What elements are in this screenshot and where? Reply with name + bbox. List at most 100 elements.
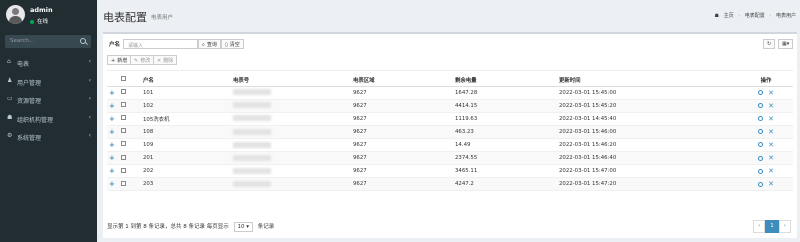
col-area[interactable]: 电表区域	[351, 74, 453, 87]
edit-icon[interactable]	[758, 116, 764, 122]
cell-power: 3465.11	[453, 164, 557, 179]
expand-row-icon[interactable]: +	[109, 154, 115, 162]
sidebar-menu: ⌂ 电表 ‹ ♟ 用户管理 ‹ ▭ 资源管理 ‹ ☗ 组织机构管理 ‹ ⚙ 系统管理 ‹	[0, 53, 97, 146]
cell-power: 4247.2	[453, 177, 557, 192]
sidebar-item-resources[interactable]: ▭ 资源管理 ‹	[0, 90, 97, 109]
refresh-button[interactable]: ↻	[763, 39, 776, 49]
table-row[interactable]: +108 9627 463.23 2022-03-01 15:46:00 ✕	[107, 125, 793, 139]
cell-time: 2022-03-01 15:47:20	[557, 177, 737, 192]
table-row[interactable]: +203 9627 4247.2 2022-03-01 15:47:20 ✕	[107, 177, 793, 192]
search-icon: ⌕	[202, 42, 205, 48]
cell-time: 2022-03-01 14:45:40	[557, 112, 737, 126]
row-checkbox[interactable]	[121, 115, 126, 121]
cell-area: 9627	[351, 86, 453, 100]
page-1-button[interactable]: 1	[765, 220, 779, 233]
table-row[interactable]: +101 9627 1647.28 2022-03-01 15:45:00 ✕	[107, 86, 793, 100]
breadcrumb-config[interactable]: 电表配置	[745, 13, 765, 19]
cell-meter-no	[231, 177, 351, 192]
chevron-left-icon: ‹	[88, 95, 91, 102]
sidebar-item-system[interactable]: ⚙ 系统管理 ‹	[0, 127, 97, 146]
search-icon[interactable]	[80, 38, 86, 44]
table-row[interactable]: +201 9627 2374.55 2022-03-01 15:46:40 ✕	[107, 151, 793, 166]
sidebar-item-users[interactable]: ♟ 用户管理 ‹	[0, 72, 97, 91]
row-checkbox[interactable]	[121, 141, 126, 147]
expand-row-icon[interactable]: +	[109, 89, 115, 97]
cell-name: 202	[141, 164, 231, 179]
close-icon[interactable]: ✕	[768, 102, 774, 110]
expand-row-icon[interactable]: +	[109, 180, 115, 188]
expand-row-icon[interactable]: +	[109, 141, 115, 149]
edit-icon[interactable]	[758, 181, 764, 187]
cell-time: 2022-03-01 15:47:00	[557, 164, 737, 179]
table-row[interactable]: +202 9627 3465.11 2022-03-01 15:47:00 ✕	[107, 164, 793, 179]
row-checkbox[interactable]	[121, 102, 126, 108]
row-checkbox[interactable]	[121, 167, 126, 173]
desktop-icon: ▭	[7, 95, 13, 102]
edit-icon[interactable]	[758, 155, 764, 161]
cell-power: 4414.15	[453, 99, 557, 113]
row-checkbox[interactable]	[121, 128, 126, 134]
select-all-checkbox[interactable]	[121, 76, 126, 82]
edit-icon[interactable]	[758, 168, 764, 174]
table-row[interactable]: +105洗衣机 9627 1119.63 2022-03-01 14:45:40 ✕	[107, 112, 793, 126]
close-icon[interactable]: ✕	[768, 141, 774, 149]
row-checkbox[interactable]	[121, 180, 126, 186]
cell-area: 9627	[351, 138, 453, 152]
user-icon: ♟	[7, 76, 13, 84]
name-label: 户名	[109, 42, 121, 48]
edit-icon[interactable]	[758, 90, 764, 96]
close-icon[interactable]: ✕	[768, 167, 774, 175]
sidebar-search-input[interactable]: Search...	[5, 35, 91, 48]
expand-row-icon[interactable]: +	[109, 128, 115, 136]
edit-icon[interactable]	[758, 129, 764, 135]
close-icon[interactable]: ✕	[768, 154, 774, 162]
col-time[interactable]: 更新时间	[557, 74, 737, 87]
dashboard-icon: ☗	[714, 13, 719, 19]
close-icon[interactable]: ✕	[768, 115, 774, 123]
sidebar-item-meter[interactable]: ⌂ 电表 ‹	[0, 53, 97, 72]
cell-area: 9627	[351, 99, 453, 113]
columns-icon: ▦▾	[782, 41, 790, 47]
cell-actions: ✕	[737, 177, 793, 192]
name-search-input[interactable]: 请输入	[123, 39, 198, 49]
row-checkbox[interactable]	[121, 89, 126, 95]
edit-button[interactable]: ✎ 修改	[130, 55, 155, 65]
expand-row-icon[interactable]: +	[109, 102, 115, 110]
table-row[interactable]: +102 9627 4414.15 2022-03-01 15:45:20 ✕	[107, 99, 793, 113]
cell-area: 9627	[351, 112, 453, 126]
blurred-meter-number	[233, 180, 271, 187]
close-icon[interactable]: ✕	[768, 128, 774, 136]
delete-button[interactable]: ✕ 删除	[153, 55, 178, 65]
row-checkbox[interactable]	[121, 154, 126, 160]
table-row[interactable]: +109 9627 14.49 2022-03-01 15:46:20 ✕	[107, 138, 793, 152]
cell-name: 109	[141, 138, 231, 152]
blurred-meter-number	[233, 154, 271, 161]
expand-row-icon[interactable]: +	[109, 115, 115, 123]
page-size-select[interactable]: 10 ▾	[233, 222, 254, 232]
sidebar-item-org[interactable]: ☗ 组织机构管理 ‹	[0, 109, 97, 128]
query-button[interactable]: ⌕ 查询	[198, 39, 221, 49]
col-name[interactable]: 户名	[141, 74, 231, 87]
add-button[interactable]: + 新增	[107, 55, 132, 65]
cell-actions: ✕	[737, 125, 793, 139]
prev-page-button[interactable]: ‹	[753, 220, 766, 233]
col-meter-no[interactable]: 电表号	[231, 74, 351, 87]
pagination: ‹ 1 ›	[753, 220, 791, 233]
expand-row-icon[interactable]: +	[109, 167, 115, 175]
edit-icon[interactable]	[758, 103, 764, 109]
blurred-meter-number	[233, 102, 271, 109]
trash-icon: ▯	[225, 42, 228, 48]
clear-button[interactable]: ▯ 清空	[221, 39, 244, 49]
close-icon[interactable]: ✕	[768, 180, 774, 188]
breadcrumb-home[interactable]: 主页	[724, 13, 734, 19]
columns-button[interactable]: ▦▾	[778, 39, 794, 49]
next-page-button[interactable]: ›	[778, 220, 791, 233]
close-icon[interactable]: ✕	[768, 89, 774, 97]
content-header: 电表配置 电表用户 ☗ 主页 › 电表配置 › 电表用户	[97, 0, 800, 32]
chevron-left-icon: ‹	[88, 113, 91, 121]
user-name: admin	[30, 6, 53, 14]
home-icon: ⌂	[7, 58, 11, 65]
refresh-icon: ↻	[767, 41, 772, 47]
col-power[interactable]: 剩余电量	[453, 74, 557, 87]
edit-icon[interactable]	[758, 142, 764, 148]
